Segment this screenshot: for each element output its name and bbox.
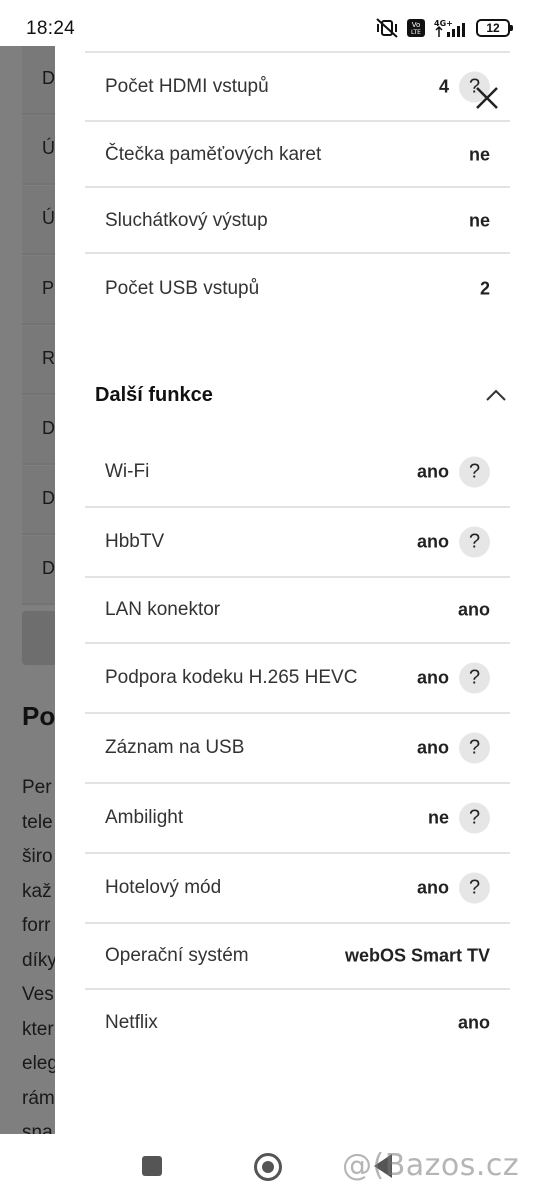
signal-4g-icon: 4G+ (434, 19, 465, 37)
spec-label: Hotelový mód (105, 877, 222, 898)
spec-row-hbbtv: HbbTV ano ? (85, 508, 510, 578)
watermark: @(Bazos.cz (342, 1148, 520, 1183)
spec-row-usb: Počet USB vstupů 2 (85, 256, 510, 322)
help-icon[interactable]: ? (459, 662, 490, 694)
spec-label: LAN konektor (105, 599, 221, 620)
spec-label: Počet USB vstupů (105, 278, 260, 299)
spec-row-headphones: Sluchátkový výstup ne (85, 190, 510, 254)
spec-label: Sluchátkový výstup (105, 210, 268, 231)
status-icons: Vo LTE 4G+ 12 (376, 16, 513, 40)
home-button[interactable] (254, 1153, 282, 1181)
spec-value: ano (457, 1012, 490, 1033)
svg-text:4G+: 4G+ (434, 19, 453, 28)
spec-row-wifi: Wi-Fi ano ? (85, 438, 510, 508)
spec-label: Operační systém (105, 945, 249, 966)
spec-label: Netflix (105, 1012, 158, 1033)
spec-label: Podpora kodeku H.265 HEVC (105, 667, 358, 688)
help-icon[interactable]: ? (459, 732, 490, 764)
spec-value: ne (427, 807, 449, 828)
system-nav-bar: @(Bazos.cz (0, 1134, 540, 1200)
spec-row-hdmi: Počet HDMI vstupů 4 ? (85, 53, 510, 122)
recent-apps-button[interactable] (142, 1156, 162, 1176)
chevron-up-icon[interactable] (485, 388, 507, 402)
spec-label: HbbTV (105, 531, 165, 552)
spec-row-hevc: Podpora kodeku H.265 HEVC ano ? (85, 644, 510, 714)
parameters-panel: Počet HDMI vstupů 4 ? Čtečka paměťových … (55, 46, 540, 1134)
spec-row-usb-recording: Záznam na USB ano ? (85, 714, 510, 784)
spec-value: ano (457, 599, 490, 620)
section-title[interactable]: Další funkce (95, 384, 213, 407)
status-time: 18:24 (26, 18, 76, 39)
spec-value: ne (468, 210, 490, 231)
spec-row-netflix: Netflix ano (85, 990, 510, 1056)
svg-text:LTE: LTE (411, 29, 421, 36)
close-icon[interactable] (473, 84, 501, 112)
spec-value: ano (416, 877, 449, 898)
spec-value: ne (468, 144, 490, 165)
spec-row-card-reader: Čtečka paměťových karet ne (85, 124, 510, 188)
spec-label: Čtečka paměťových karet (105, 144, 322, 165)
volte-icon: Vo LTE (407, 19, 425, 37)
spec-value: ano (416, 461, 449, 482)
spec-row-ambilight: Ambilight ne ? (85, 784, 510, 854)
spec-row-hotel-mode: Hotelový mód ano ? (85, 854, 510, 924)
spec-label: Počet HDMI vstupů (105, 75, 269, 97)
help-icon[interactable]: ? (459, 456, 490, 488)
spec-row-lan: LAN konektor ano (85, 578, 510, 644)
spec-label: Záznam na USB (105, 737, 245, 758)
spec-label: Wi-Fi (105, 461, 150, 482)
spec-value: 4 (438, 76, 449, 96)
spec-value: ano (416, 531, 449, 552)
svg-text:Vo: Vo (412, 21, 421, 29)
battery-icon: 12 (476, 19, 513, 37)
vibrate-muted-icon (376, 18, 398, 38)
spec-row-os: Operační systém webOS Smart TV (85, 924, 510, 990)
status-bar: 18:24 Vo LTE 4G+ 12 (0, 0, 540, 46)
spec-label: Ambilight (105, 807, 184, 828)
spec-value: webOS Smart TV (344, 945, 490, 966)
help-icon[interactable]: ? (459, 526, 490, 558)
spec-value: ano (416, 737, 449, 758)
spec-value: ano (416, 667, 449, 688)
help-icon[interactable]: ? (459, 872, 490, 904)
help-icon[interactable]: ? (459, 802, 490, 834)
spec-value: 2 (479, 278, 490, 299)
